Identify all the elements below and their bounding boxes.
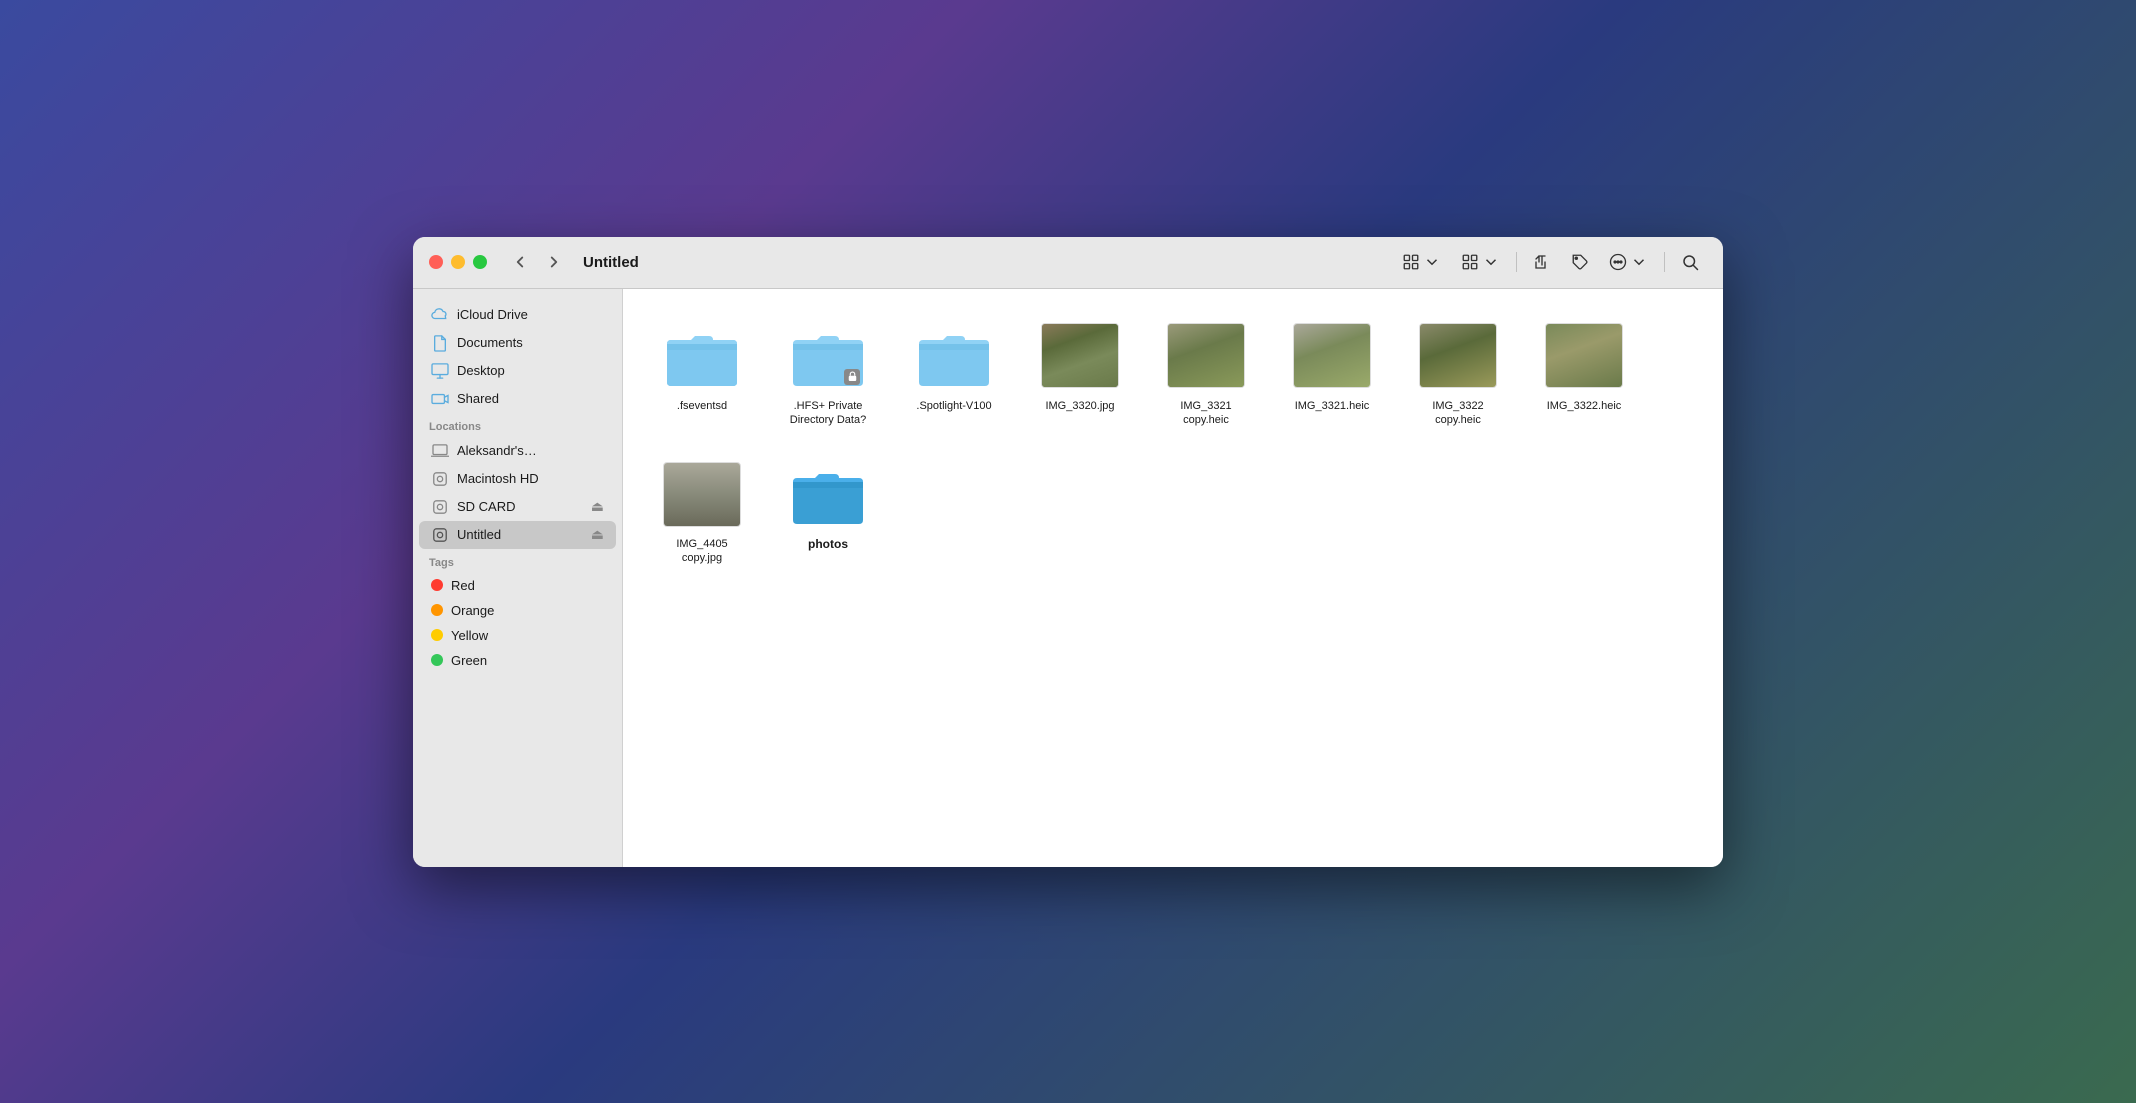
yellow-tag-dot bbox=[431, 629, 443, 641]
file-item-img3321[interactable]: IMG_3321.heic bbox=[1277, 313, 1387, 436]
img4405copy-icon bbox=[662, 459, 742, 529]
view-icons-button[interactable] bbox=[1394, 247, 1449, 277]
sd-card-icon bbox=[431, 498, 449, 516]
sidebar-item-icloud-drive-label: iCloud Drive bbox=[457, 307, 528, 322]
share-button[interactable] bbox=[1525, 247, 1559, 277]
sidebar-item-sd-card[interactable]: SD CARD ⏏ bbox=[419, 493, 616, 521]
icloud-drive-icon bbox=[431, 306, 449, 324]
sidebar-item-macintosh-hd-label: Macintosh HD bbox=[457, 471, 539, 486]
file-item-img3322[interactable]: IMG_3322.heic bbox=[1529, 313, 1639, 436]
laptop-icon bbox=[431, 442, 449, 460]
sidebar-item-aleksandrs[interactable]: Aleksandr's… bbox=[419, 437, 616, 465]
img3322-icon bbox=[1544, 321, 1624, 391]
sidebar-item-untitled-label: Untitled bbox=[457, 527, 501, 542]
lock-badge bbox=[844, 369, 860, 385]
img3322-label: IMG_3322.heic bbox=[1547, 399, 1622, 413]
sidebar-tag-red-label: Red bbox=[451, 578, 475, 593]
toolbar: Untitled bbox=[413, 237, 1723, 289]
spotlight-icon bbox=[914, 321, 994, 391]
sidebar-item-aleksandrs-label: Aleksandr's… bbox=[457, 443, 537, 458]
file-item-img3321copy[interactable]: IMG_3321 copy.heic bbox=[1151, 313, 1261, 436]
img3320-label: IMG_3320.jpg bbox=[1045, 399, 1114, 413]
img3321-icon bbox=[1292, 321, 1372, 391]
file-item-img4405copy[interactable]: IMG_4405 copy.jpg bbox=[647, 451, 757, 574]
fullscreen-button[interactable] bbox=[473, 255, 487, 269]
sidebar-tag-yellow[interactable]: Yellow bbox=[419, 623, 616, 648]
view-list-button[interactable] bbox=[1453, 247, 1508, 277]
sidebar-item-shared-label: Shared bbox=[457, 391, 499, 406]
spotlight-label: .Spotlight-V100 bbox=[916, 399, 991, 413]
hfs-private-icon bbox=[788, 321, 868, 391]
locations-header: Locations bbox=[413, 413, 622, 437]
macintosh-hd-icon bbox=[431, 470, 449, 488]
sidebar-tag-green[interactable]: Green bbox=[419, 648, 616, 673]
fseventsd-icon bbox=[662, 321, 742, 391]
img3321copy-label: IMG_3321 copy.heic bbox=[1159, 399, 1253, 428]
main-area: iCloud Drive Documents bbox=[413, 289, 1723, 867]
sidebar-tag-yellow-label: Yellow bbox=[451, 628, 488, 643]
sidebar: iCloud Drive Documents bbox=[413, 289, 623, 867]
nav-buttons bbox=[507, 251, 567, 273]
green-tag-dot bbox=[431, 654, 443, 666]
sidebar-item-documents-label: Documents bbox=[457, 335, 523, 350]
file-item-spotlight[interactable]: .Spotlight-V100 bbox=[899, 313, 1009, 436]
img3320-icon bbox=[1040, 321, 1120, 391]
sidebar-tag-red[interactable]: Red bbox=[419, 573, 616, 598]
sidebar-tag-green-label: Green bbox=[451, 653, 487, 668]
desktop-icon bbox=[431, 362, 449, 380]
forward-button[interactable] bbox=[541, 251, 567, 273]
tag-button[interactable] bbox=[1563, 247, 1597, 277]
sidebar-item-icloud-drive[interactable]: iCloud Drive bbox=[419, 301, 616, 329]
hfs-private-label: .HFS+ Private Directory Data? bbox=[781, 399, 875, 428]
more-options-button[interactable] bbox=[1601, 247, 1656, 277]
img3322copy-label: IMG_3322 copy.heic bbox=[1411, 399, 1505, 428]
img3321copy-icon bbox=[1166, 321, 1246, 391]
tags-header: Tags bbox=[413, 549, 622, 573]
file-item-photos[interactable]: photos bbox=[773, 451, 883, 574]
file-item-img3322copy[interactable]: IMG_3322 copy.heic bbox=[1403, 313, 1513, 436]
red-tag-dot bbox=[431, 579, 443, 591]
sidebar-item-documents[interactable]: Documents bbox=[419, 329, 616, 357]
finder-window: Untitled bbox=[413, 237, 1723, 867]
sidebar-item-untitled[interactable]: Untitled ⏏ bbox=[419, 521, 616, 549]
sidebar-item-desktop-label: Desktop bbox=[457, 363, 505, 378]
file-item-fseventsd[interactable]: .fseventsd bbox=[647, 313, 757, 436]
sidebar-tag-orange[interactable]: Orange bbox=[419, 598, 616, 623]
traffic-lights bbox=[429, 255, 487, 269]
img3322copy-icon bbox=[1418, 321, 1498, 391]
minimize-button[interactable] bbox=[451, 255, 465, 269]
untitled-eject-icon[interactable]: ⏏ bbox=[591, 526, 604, 543]
orange-tag-dot bbox=[431, 604, 443, 616]
sidebar-item-desktop[interactable]: Desktop bbox=[419, 357, 616, 385]
window-title: Untitled bbox=[583, 254, 1394, 271]
documents-icon bbox=[431, 334, 449, 352]
sidebar-item-shared[interactable]: Shared bbox=[419, 385, 616, 413]
sidebar-tag-orange-label: Orange bbox=[451, 603, 494, 618]
img4405copy-label: IMG_4405 copy.jpg bbox=[655, 537, 749, 566]
search-button[interactable] bbox=[1673, 247, 1707, 277]
file-grid: .fseventsd bbox=[647, 313, 1699, 574]
sd-card-eject-icon[interactable]: ⏏ bbox=[591, 498, 604, 515]
photos-folder-icon bbox=[788, 459, 868, 529]
shared-icon bbox=[431, 390, 449, 408]
untitled-disk-icon bbox=[431, 526, 449, 544]
back-button[interactable] bbox=[507, 251, 533, 273]
toolbar-actions bbox=[1394, 247, 1707, 277]
sidebar-item-macintosh-hd[interactable]: Macintosh HD bbox=[419, 465, 616, 493]
content-area: .fseventsd bbox=[623, 289, 1723, 867]
img3321-label: IMG_3321.heic bbox=[1295, 399, 1370, 413]
file-item-hfs-private[interactable]: .HFS+ Private Directory Data? bbox=[773, 313, 883, 436]
fseventsd-label: .fseventsd bbox=[677, 399, 727, 413]
sidebar-item-sd-card-label: SD CARD bbox=[457, 499, 516, 514]
photos-label: photos bbox=[808, 537, 848, 553]
close-button[interactable] bbox=[429, 255, 443, 269]
file-item-img3320[interactable]: IMG_3320.jpg bbox=[1025, 313, 1135, 436]
